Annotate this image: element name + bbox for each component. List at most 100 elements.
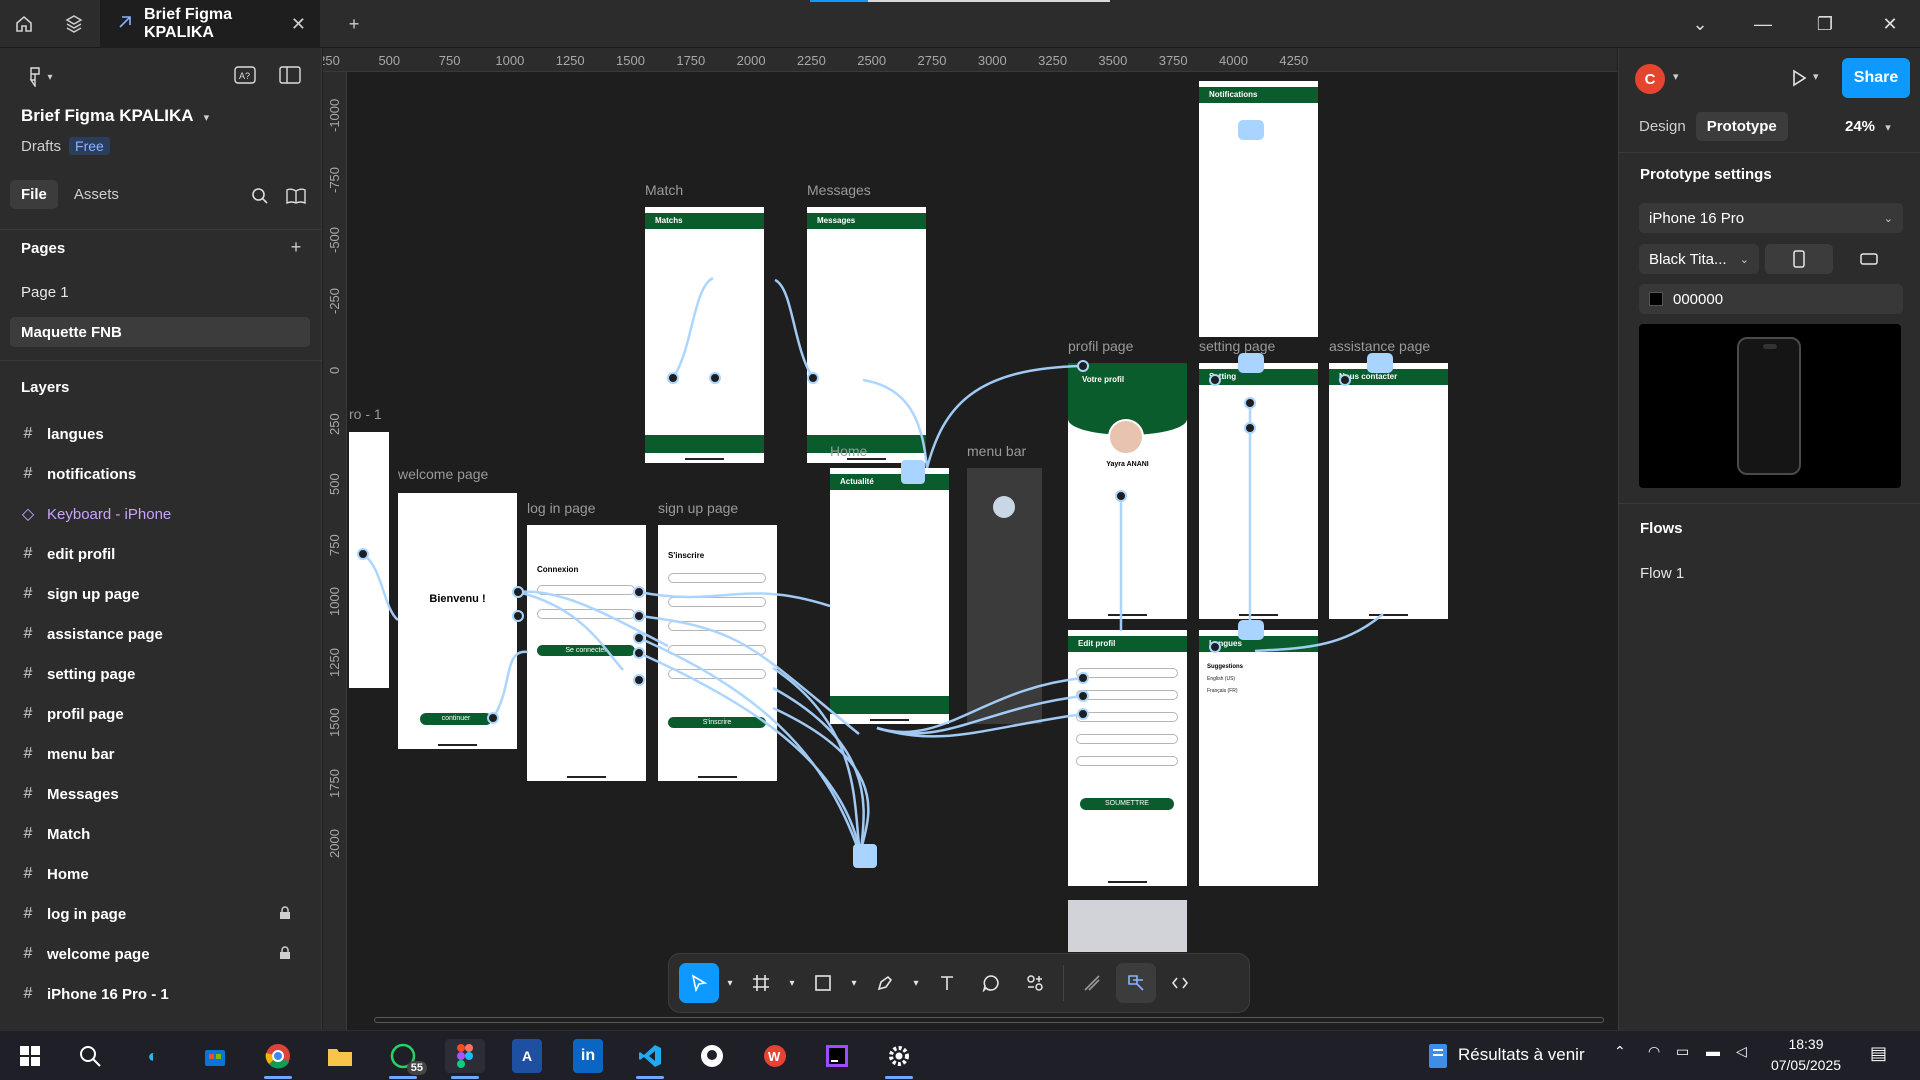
color-swatch[interactable]	[1649, 292, 1663, 306]
figma-app-icon[interactable]	[445, 1039, 485, 1079]
landscape-orientation-button[interactable]	[1835, 244, 1903, 274]
chevron-down-icon[interactable]: ▾	[909, 963, 923, 1003]
login-button[interactable]: Se connecter	[537, 645, 635, 656]
chevron-down-icon[interactable]: ▾	[723, 963, 737, 1003]
layer-item[interactable]: # assistance page	[21, 620, 291, 648]
news-icon[interactable]	[1418, 1039, 1458, 1073]
comment-tool-button[interactable]	[971, 963, 1011, 1003]
phone-field[interactable]	[537, 585, 635, 595]
add-page-icon[interactable]: +	[284, 235, 308, 259]
draw-mode-button[interactable]	[1072, 963, 1112, 1003]
minimize-button[interactable]: —	[1733, 0, 1793, 48]
notification-center-icon[interactable]: ▤	[1870, 1043, 1887, 1064]
rectangle-tool-button[interactable]	[803, 963, 843, 1003]
submit-button[interactable]: SOUMETTRE	[1080, 798, 1174, 810]
present-play-icon[interactable]	[1787, 66, 1811, 90]
weather-widget-text[interactable]: Résultats à venir	[1458, 1045, 1585, 1065]
signup-field[interactable]	[668, 621, 766, 631]
layer-item[interactable]: # langues	[21, 420, 291, 448]
tab-assets[interactable]: Assets	[64, 180, 129, 209]
frame-langues[interactable]: Langues Suggestions English (US) Françai…	[1199, 630, 1318, 886]
whatsapp-icon[interactable]: 55	[383, 1039, 427, 1079]
edit-field[interactable]	[1076, 734, 1178, 744]
layer-item[interactable]: # welcome page	[21, 940, 291, 968]
volume-icon[interactable]: ◁	[1736, 1043, 1747, 1060]
portrait-orientation-button[interactable]	[1765, 244, 1833, 274]
continue-button[interactable]: continuer	[420, 713, 492, 725]
signup-field[interactable]	[668, 573, 766, 583]
jetbrains-icon[interactable]	[817, 1039, 857, 1073]
language-option[interactable]: Français (FR)	[1207, 688, 1238, 694]
chrome-icon[interactable]	[258, 1039, 298, 1079]
background-color-field[interactable]: 000000	[1639, 284, 1903, 314]
file-explorer-icon[interactable]	[320, 1039, 360, 1073]
tab-design[interactable]: Design	[1635, 112, 1690, 141]
home-icon[interactable]	[12, 12, 36, 36]
edge-icon[interactable]: ◐	[133, 1039, 173, 1073]
chevron-down-icon[interactable]: ▾	[785, 963, 799, 1003]
ai-icon[interactable]: A?	[232, 63, 258, 87]
text-tool-button[interactable]	[927, 963, 967, 1003]
lock-icon[interactable]	[279, 906, 291, 922]
library-icon[interactable]	[284, 184, 308, 208]
actions-tool-button[interactable]	[1015, 963, 1055, 1003]
user-avatar[interactable]: C	[1635, 64, 1665, 94]
frame-welcome-page[interactable]: Bienvenu ! continuer	[398, 493, 517, 749]
frame-signup-page[interactable]: S'inscrire S'inscrire	[658, 525, 777, 781]
sidebar-toggle-icon[interactable]	[278, 63, 302, 87]
linkedin-icon[interactable]: in	[573, 1039, 603, 1073]
file-tab[interactable]: Brief Figma KPALIKA ✕	[100, 0, 320, 48]
edit-field[interactable]	[1076, 668, 1178, 678]
chevron-down-icon[interactable]: ⌄	[1670, 0, 1730, 48]
layer-item[interactable]: # sign up page	[21, 580, 291, 608]
signup-button[interactable]: S'inscrire	[668, 717, 766, 728]
new-tab-icon[interactable]: +	[342, 12, 366, 36]
frame-messages[interactable]: Messages	[807, 207, 926, 463]
edit-field[interactable]	[1076, 690, 1178, 700]
device-select[interactable]: iPhone 16 Pro ⌄	[1639, 203, 1903, 233]
frame-iphone-16-pro[interactable]	[349, 432, 389, 688]
layer-item[interactable]: # edit profil	[21, 540, 291, 568]
layer-item[interactable]: # notifications	[21, 460, 291, 488]
canvas[interactable]: 2505007501000125015001750200022502500275…	[323, 48, 1617, 1030]
layer-item[interactable]: # setting page	[21, 660, 291, 688]
signup-field[interactable]	[668, 669, 766, 679]
frame-notifications[interactable]: Notifications	[1199, 81, 1318, 337]
layer-item[interactable]: # Match	[21, 820, 291, 848]
lock-icon[interactable]	[279, 946, 291, 962]
frame-menu-bar[interactable]	[967, 468, 1042, 724]
file-name[interactable]: Brief Figma KPALIKA ▾	[21, 106, 209, 126]
store-icon[interactable]	[195, 1039, 235, 1073]
windows-start-icon[interactable]	[10, 1039, 50, 1073]
battery-icon[interactable]: ▬	[1706, 1043, 1720, 1059]
layer-item[interactable]: # Messages	[21, 780, 291, 808]
pen-tool-button[interactable]	[865, 963, 905, 1003]
page-item[interactable]: Page 1	[10, 277, 310, 307]
settings-gear-icon[interactable]	[879, 1039, 919, 1079]
vscode-icon[interactable]	[630, 1039, 670, 1079]
wifi-icon[interactable]: ◠	[1648, 1043, 1660, 1060]
frame-tool-button[interactable]	[741, 963, 781, 1003]
edit-field[interactable]	[1076, 712, 1178, 722]
wps-icon[interactable]: W	[755, 1039, 795, 1073]
layer-item[interactable]: # profil page	[21, 700, 291, 728]
layer-item[interactable]: # iPhone 16 Pro - 1	[21, 980, 291, 1008]
share-button[interactable]: Share	[1842, 58, 1910, 98]
layer-item[interactable]: # log in page	[21, 900, 291, 928]
layer-item[interactable]: # Home	[21, 860, 291, 888]
chevron-up-icon[interactable]: ⌃	[1614, 1043, 1626, 1060]
edit-field[interactable]	[1076, 756, 1178, 766]
frame-match[interactable]: Matchs	[645, 207, 764, 463]
tab-file[interactable]: File	[10, 180, 58, 209]
horizontal-scrollbar[interactable]	[374, 1017, 1604, 1023]
frame-keyboard-iphone[interactable]	[1068, 900, 1187, 952]
meet-icon[interactable]: ▭	[1676, 1043, 1689, 1060]
layer-item[interactable]: ◇ Keyboard - iPhone	[21, 500, 291, 528]
clock-time[interactable]: 18:39	[1766, 1036, 1846, 1052]
restore-button[interactable]: ❐	[1795, 0, 1855, 48]
close-window-button[interactable]: ✕	[1860, 0, 1920, 48]
chevron-down-icon[interactable]: ▾	[1673, 70, 1679, 83]
move-tool-button[interactable]	[679, 963, 719, 1003]
chevron-down-icon[interactable]: ▾	[847, 963, 861, 1003]
search-icon[interactable]	[70, 1039, 110, 1073]
